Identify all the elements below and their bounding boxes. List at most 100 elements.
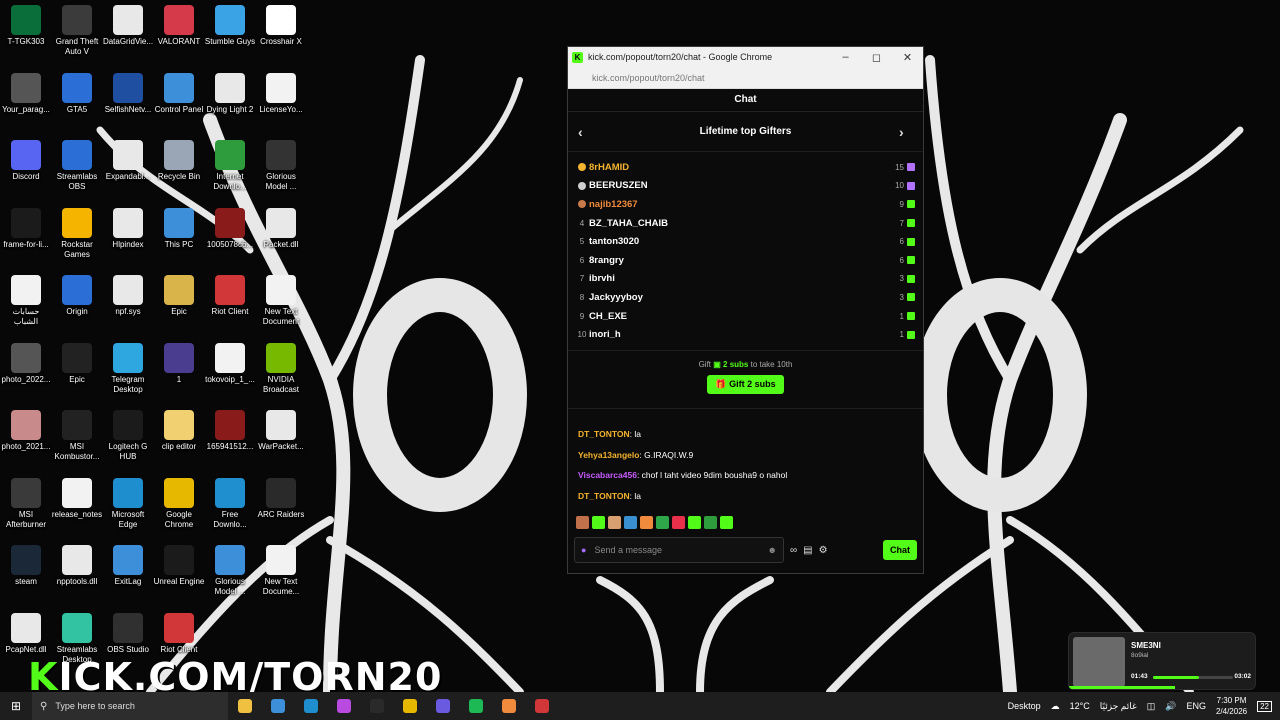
desktop-icon[interactable]: Glorious Model ... bbox=[255, 140, 307, 192]
desktop-icon[interactable]: ARC Raiders bbox=[255, 477, 307, 520]
desktop-icon[interactable]: Unreal Engine bbox=[153, 545, 205, 587]
desktop-icon[interactable]: Microsoft Edge bbox=[102, 477, 154, 530]
gifter-row[interactable]: 8 Jackyyyboy 3 bbox=[576, 288, 915, 307]
desktop-icon[interactable]: Crosshair X bbox=[255, 5, 307, 47]
gifter-name[interactable]: inori_h bbox=[588, 329, 890, 340]
chat-username[interactable]: Viscabarca456 bbox=[578, 470, 637, 480]
taskbar-app-icon[interactable] bbox=[327, 692, 360, 720]
gifter-name[interactable]: BZ_TAHA_CHAIB bbox=[588, 218, 890, 229]
desktop-icon[interactable]: حسابات الشباب bbox=[0, 275, 52, 327]
gifter-row[interactable]: 6 8rangry 6 bbox=[576, 251, 915, 270]
desktop-icon[interactable]: Your_parag... bbox=[0, 72, 52, 115]
gift-shop-icon[interactable]: ▤ bbox=[803, 545, 812, 556]
taskbar-app-icon[interactable] bbox=[294, 692, 327, 720]
desktop-icon[interactable]: Discord bbox=[0, 140, 52, 182]
desktop-icon[interactable]: PcapNet.dll bbox=[0, 612, 52, 655]
emote-icon[interactable] bbox=[608, 516, 621, 529]
settings-gear-icon[interactable]: ⚙ bbox=[819, 545, 828, 556]
emote-icon[interactable] bbox=[720, 516, 733, 529]
desktop-icon[interactable]: Logitech G HUB bbox=[102, 410, 154, 462]
gifter-name[interactable]: najib12367 bbox=[588, 199, 890, 210]
gifter-name[interactable]: CH_EXE bbox=[588, 311, 890, 322]
desktop-icon[interactable]: Stumble Guys bbox=[204, 5, 256, 47]
taskbar-app-icon[interactable] bbox=[426, 692, 459, 720]
desktop-icon[interactable]: DataGridVie... bbox=[102, 5, 154, 47]
desktop-icon[interactable]: SelfishNetv... bbox=[102, 72, 154, 115]
desktop-icon[interactable]: This PC bbox=[153, 207, 205, 250]
desktop-icon[interactable]: ExitLag bbox=[102, 545, 154, 587]
desktop-icon[interactable]: T-TGK303 bbox=[0, 5, 52, 47]
desktop-icon[interactable]: frame-for-li... bbox=[0, 207, 52, 250]
desktop-icon[interactable]: New Text Docume... bbox=[255, 545, 307, 597]
taskbar-search[interactable]: ⚲ Type here to search bbox=[32, 692, 228, 720]
gift-subs-button[interactable]: 🎁 Gift 2 subs bbox=[707, 375, 784, 394]
desktop-icon[interactable]: Internet Downlo... bbox=[204, 140, 256, 192]
address-bar[interactable]: kick.com/popout/torn20/chat bbox=[568, 67, 923, 89]
chat-username[interactable]: Yehya13angelo bbox=[578, 450, 639, 460]
taskbar-app-icon[interactable] bbox=[228, 692, 261, 720]
desktop-icon[interactable]: Epic bbox=[51, 342, 103, 385]
chat-username[interactable]: DT_TONTON bbox=[578, 491, 630, 501]
emote-icon[interactable] bbox=[592, 516, 605, 529]
desktop-icon[interactable]: Grand Theft Auto V bbox=[51, 5, 103, 57]
desktop-icon[interactable]: Riot Client bbox=[204, 275, 256, 317]
gifter-row[interactable]: 10 inori_h 1 bbox=[576, 325, 915, 344]
chevron-right-icon[interactable]: › bbox=[899, 124, 913, 140]
emoji-icon[interactable]: ☻ bbox=[768, 545, 777, 555]
desktop-icon[interactable]: steam bbox=[0, 545, 52, 587]
channel-points-icon[interactable]: ∞ bbox=[790, 545, 797, 556]
desktop-icon[interactable]: Hlpindex bbox=[102, 207, 154, 250]
gifter-name[interactable]: tanton3020 bbox=[588, 236, 890, 247]
desktop-icon[interactable]: Origin bbox=[51, 275, 103, 317]
desktop-icon[interactable]: Free Downlo... bbox=[204, 477, 256, 530]
desktop-icon[interactable]: release_notes bbox=[51, 477, 103, 520]
desktop-icon[interactable]: Telegram Desktop bbox=[102, 342, 154, 395]
desktop-icon[interactable]: clip editor bbox=[153, 410, 205, 452]
language-indicator[interactable]: ENG bbox=[1186, 701, 1206, 711]
gifter-row[interactable]: 4 BZ_TAHA_CHAIB 7 bbox=[576, 214, 915, 233]
desktop-toolbar-label[interactable]: Desktop bbox=[1008, 701, 1041, 711]
gifter-row[interactable]: najib12367 9 bbox=[576, 195, 915, 214]
chat-username[interactable]: DT_TONTON bbox=[578, 429, 630, 439]
taskbar-app-icon[interactable] bbox=[360, 692, 393, 720]
desktop-icon[interactable]: Packet.dll bbox=[255, 207, 307, 250]
gifter-name[interactable]: ibrvhi bbox=[588, 273, 890, 284]
chrome-popout-window[interactable]: K kick.com/popout/torn20/chat - Google C… bbox=[567, 46, 924, 574]
microphone-icon[interactable]: ● bbox=[581, 545, 586, 555]
desktop-icon[interactable]: GTA5 bbox=[51, 72, 103, 115]
desktop-icon[interactable]: MSI Afterburner bbox=[0, 477, 52, 530]
chat-send-button[interactable]: Chat bbox=[883, 540, 917, 560]
taskbar-app-icon[interactable] bbox=[525, 692, 558, 720]
desktop-icon[interactable]: tokovoip_1_... bbox=[204, 342, 256, 385]
network-icon[interactable]: ◫ bbox=[1147, 701, 1156, 712]
desktop-icon[interactable]: MSI Kombustor... bbox=[51, 410, 103, 462]
gifter-name[interactable]: 8rangry bbox=[588, 255, 890, 266]
desktop-icon[interactable]: Epic bbox=[153, 275, 205, 317]
emote-icon[interactable] bbox=[576, 516, 589, 529]
desktop-icon[interactable]: 165941512... bbox=[204, 410, 256, 452]
desktop-icon[interactable]: VALORANT bbox=[153, 5, 205, 47]
gifter-name[interactable]: 8rHAMID bbox=[588, 162, 890, 173]
clock[interactable]: 7:30 PM 2/4/2026 bbox=[1216, 695, 1247, 717]
notification-badge[interactable]: 22 bbox=[1257, 700, 1272, 712]
taskbar-app-icon[interactable] bbox=[393, 692, 426, 720]
desktop-icon[interactable]: npptools.dll bbox=[51, 545, 103, 587]
desktop-icon[interactable]: photo_2021... bbox=[0, 410, 52, 452]
emote-icon[interactable] bbox=[640, 516, 653, 529]
desktop-icon[interactable]: WarPacket... bbox=[255, 410, 307, 452]
chevron-left-icon[interactable]: ‹ bbox=[578, 124, 592, 140]
minimize-icon[interactable]: – bbox=[830, 51, 861, 63]
desktop-icon[interactable]: npf.sys bbox=[102, 275, 154, 317]
desktop-icon[interactable]: Control Panel bbox=[153, 72, 205, 115]
desktop-icon[interactable]: Google Chrome bbox=[153, 477, 205, 530]
gifter-row[interactable]: 8rHAMID 15 bbox=[576, 158, 915, 177]
emote-icon[interactable] bbox=[704, 516, 717, 529]
gifter-row[interactable]: 5 tanton3020 6 bbox=[576, 232, 915, 251]
emote-icon[interactable] bbox=[624, 516, 637, 529]
gifter-name[interactable]: Jackyyyboy bbox=[588, 292, 890, 303]
desktop-icon[interactable]: 1 bbox=[153, 342, 205, 385]
desktop-icon[interactable]: Glorious Model ... bbox=[204, 545, 256, 597]
desktop-icon[interactable]: Rockstar Games bbox=[51, 207, 103, 260]
desktop-icon[interactable]: OBS Studio bbox=[102, 612, 154, 655]
gifter-name[interactable]: BEERUSZEN bbox=[588, 180, 890, 191]
